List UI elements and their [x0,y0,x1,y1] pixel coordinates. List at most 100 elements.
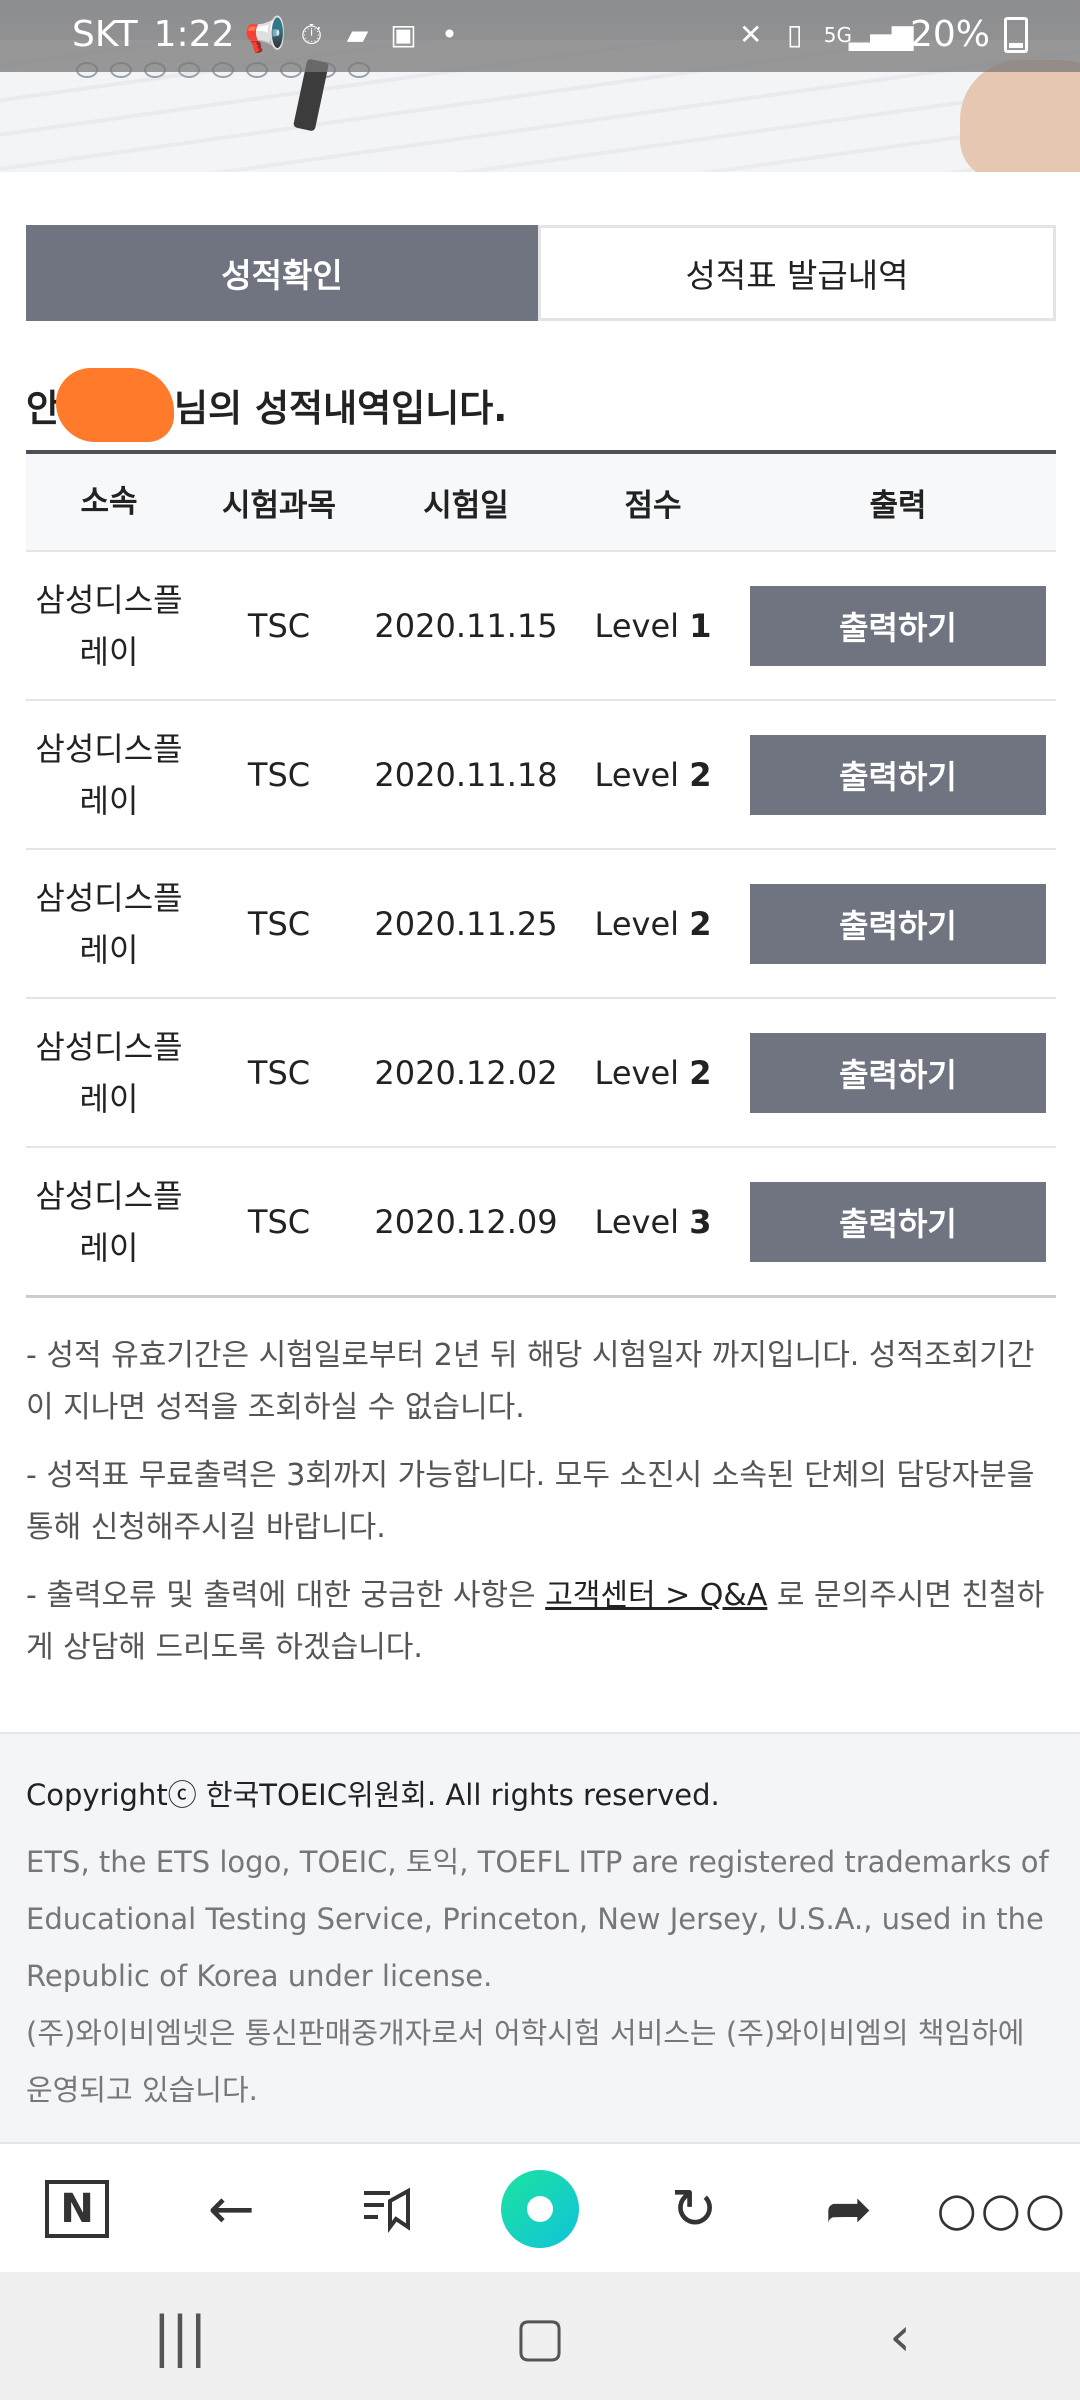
print-cell: 출력하기 [740,734,1056,815]
org-line2: 레이 [79,632,139,671]
page-title: 안 님의 성적내역입니다. [26,368,507,442]
score-cell: Level 1 [566,607,740,645]
naver-home-icon[interactable]: N [32,2164,122,2254]
company-notice: (주)와이비엠넷은 통신판매중개자로서 어학시험 서비스는 (주)와이비엠의 책… [26,2016,1025,2107]
recent-apps-icon[interactable]: ||| [135,2305,225,2368]
footer: Copyrightⓒ 한국TOEIC위원회. All rights reserv… [0,1732,1080,2144]
tab-score-check[interactable]: 성적확인 [26,225,538,321]
score-cell: Level 3 [566,1203,740,1241]
subject-cell: TSC [247,755,311,794]
notice-contact: - 출력오류 및 출력에 대한 궁금한 사항은 고객센터 > Q&A 로 문의주… [26,1570,1056,1674]
bookmark-icon[interactable] [341,2164,431,2254]
level-value: 2 [689,755,712,794]
print-button[interactable]: 출력하기 [750,883,1046,964]
level-label: Level [594,755,680,794]
more-icon[interactable]: ○○○ [937,2164,1065,2254]
finger-image [960,60,1080,172]
table-row: 삼성디스플 레이 TSC 2020.11.15 Level 1 출력하기 [26,552,1056,701]
battery-percent: 20% [909,14,990,55]
level-label: Level [594,1053,680,1092]
org-line2: 레이 [79,930,139,969]
title-suffix: 님의 성적내역입니다. [174,387,508,430]
notice-contact-prefix: - 출력오류 및 출력에 대한 궁금한 사항은 [26,1578,546,1613]
print-cell: 출력하기 [740,883,1056,964]
level-value: 3 [689,1202,712,1241]
browser-toolbar: N ← ↻ ➦ ○○○ [0,2142,1080,2274]
carrier: SKT [72,14,138,55]
score-cell: Level 2 [566,756,740,794]
print-button[interactable]: 출력하기 [750,1181,1046,1262]
org-cell: 삼성디스플레이 [26,872,192,976]
subject-cell: TSC [247,606,311,645]
subject-cell: TSC [247,904,311,943]
tab-bar: 성적확인 성적표 발급내역 [26,225,1056,321]
header-date: 시험일 [423,487,509,524]
signal-icon: ▂▄▆ [848,18,914,51]
org-line1: 삼성디스플 [35,878,183,917]
timer-icon: ⏱ [300,17,323,51]
table-row: 삼성디스플레이 TSC 2020.11.18 Level 2 출력하기 [26,701,1056,850]
legal-text: ETS, the ETS logo, TOEIC, 토익, TOEFL ITP … [26,1834,1056,2119]
header-org: 소속 [80,484,138,520]
status-bar: SKT 1:22 📢 ⏱ ▰ ▣ • ✕ ▯ 5G ▂▄▆ 20% [0,0,1080,72]
header-subject: 시험과목 [221,487,337,524]
system-navigation: ||| ▢ ‹ [0,2272,1080,2400]
home-icon[interactable]: ▢ [495,2305,585,2368]
level-label: Level [594,1202,680,1241]
megaphone-icon: 📢 [244,14,287,55]
green-dot-icon[interactable] [495,2164,585,2254]
date-cell: 2020.11.25 [374,904,558,943]
table-row: 삼성디스플 레이 TSC 2020.12.09 Level 3 출력하기 [26,1148,1056,1298]
print-cell: 출력하기 [740,1032,1056,1113]
tab-issue-history[interactable]: 성적표 발급내역 [538,225,1056,321]
level-label: Level [594,904,680,943]
notice-free-print: - 성적표 무료출력은 3회까지 가능합니다. 모두 소진시 소속된 단체의 담… [26,1458,1035,1545]
share-icon[interactable]: ➦ [804,2164,894,2254]
system-back-icon[interactable]: ‹ [855,2305,945,2368]
org-line2: 레이 [79,781,139,820]
battery-icon [1004,16,1028,53]
score-cell: Level 2 [566,1054,740,1092]
title-prefix: 안 [26,387,61,430]
notice-list: - 성적 유효기간은 시험일로부터 2년 뒤 해당 시험일자 까지입니다. 성적… [26,1330,1056,1690]
more-notifications-icon: • [441,18,458,51]
date-cell: 2020.12.02 [374,1053,558,1092]
naver-logo-letter: N [45,2180,110,2238]
copyright-text: Copyrightⓒ 한국TOEIC위원회. All rights reserv… [26,1778,720,1812]
clock: 1:22 [153,14,235,55]
level-value: 1 [689,606,712,645]
notice-validity: - 성적 유효기간은 시험일로부터 2년 뒤 해당 시험일자 까지입니다. 성적… [26,1338,1035,1425]
org-cell: 삼성디스플레이 [26,1021,192,1125]
customer-center-link[interactable]: 고객센터 > Q&A [545,1578,767,1613]
header-print: 출력 [869,487,927,524]
table-header: 소속 시험과목 시험일 점수 출력 [26,450,1056,552]
date-cell: 2020.12.09 [374,1202,558,1241]
print-button[interactable]: 출력하기 [750,734,1046,815]
print-cell: 출력하기 [740,1181,1056,1262]
subject-cell: TSC [247,1053,311,1092]
org-line2: 레이 [79,1079,139,1118]
score-cell: Level 2 [566,905,740,943]
trademark-notice: ETS, the ETS logo, TOEIC, 토익, TOEFL ITP … [26,1845,1049,1993]
print-button[interactable]: 출력하기 [750,1032,1046,1113]
org-line2: 레이 [79,1228,139,1267]
level-label: Level [594,606,680,645]
date-cell: 2020.11.18 [374,755,558,794]
org-cell: 삼성디스플레이 [26,1170,192,1274]
print-button[interactable]: 출력하기 [750,585,1046,666]
org-line1: 삼성디스플 [35,1176,183,1215]
org-line1: 삼성디스플 [35,729,183,768]
back-arrow-icon[interactable]: ← [186,2164,276,2254]
score-table: 소속 시험과목 시험일 점수 출력 삼성디스플 레이 TSC 2020.11.15… [26,450,1056,1298]
org-line1: 삼성디스플 [35,1027,183,1066]
header-score: 점수 [624,487,682,524]
chat-icon: ▰ [346,18,369,51]
table-row: 삼성디스플레이 TSC 2020.12.02 Level 2 출력하기 [26,999,1056,1148]
battery-saver-icon: ▯ [787,18,803,51]
level-value: 2 [689,1053,712,1092]
refresh-icon[interactable]: ↻ [649,2164,739,2254]
org-cell: 삼성디스플레이 [26,723,192,827]
date-cell: 2020.11.15 [374,606,558,645]
org-cell: 삼성디스플 레이 [26,574,192,678]
level-value: 2 [689,904,712,943]
